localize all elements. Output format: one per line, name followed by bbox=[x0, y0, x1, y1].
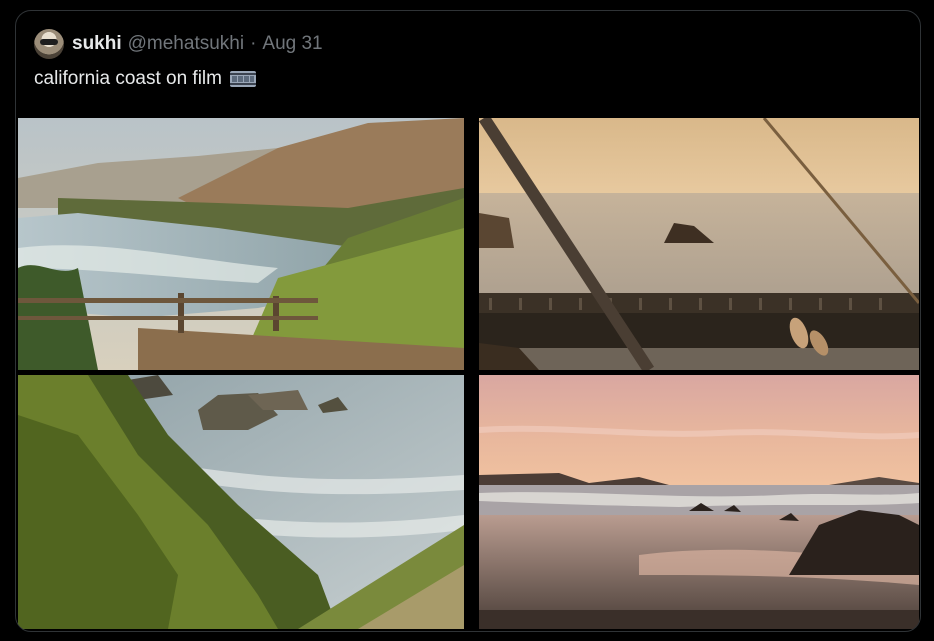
coastal-highway-photo[interactable] bbox=[18, 118, 464, 370]
tweet-text-body: california coast on film bbox=[34, 68, 222, 89]
film-frames-icon bbox=[229, 70, 256, 88]
author-handle[interactable]: @mehatsukhi bbox=[128, 33, 244, 55]
cliffside-beach-photo[interactable] bbox=[18, 375, 464, 629]
tweet-header: sukhi @mehatsukhi · Aug 31 bbox=[34, 29, 323, 59]
sunset-beach-photo[interactable] bbox=[479, 375, 919, 629]
tweet-card[interactable]: sukhi @mehatsukhi · Aug 31 california co… bbox=[15, 10, 921, 632]
avatar[interactable] bbox=[34, 29, 64, 59]
author-name[interactable]: sukhi bbox=[72, 33, 122, 55]
tweet-date[interactable]: Aug 31 bbox=[262, 33, 322, 55]
media-grid bbox=[18, 118, 920, 631]
tweet-text: california coast on film bbox=[34, 68, 256, 90]
ocean-bridge-railing-photo[interactable] bbox=[479, 118, 919, 370]
separator-dot: · bbox=[250, 33, 257, 54]
